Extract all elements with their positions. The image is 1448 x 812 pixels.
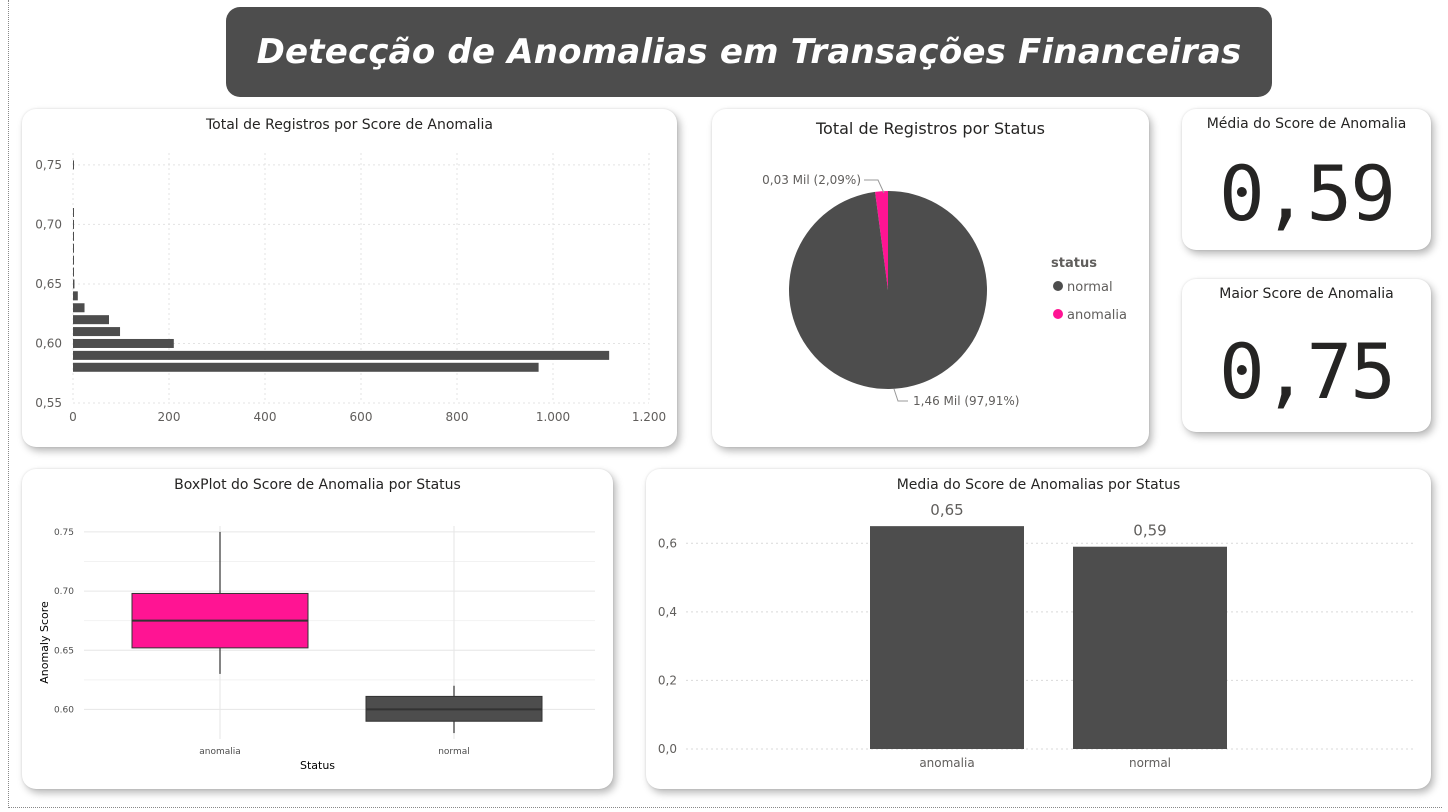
pie-legend-title: status	[1051, 256, 1097, 271]
histogram-bar	[73, 315, 109, 325]
boxplot-y-tick-label: 0.75	[54, 528, 74, 538]
histogram-bar	[73, 219, 74, 229]
bar-anomalia	[870, 526, 1024, 749]
histogram-bar	[73, 267, 74, 277]
bar-y-tick-label: 0,0	[658, 742, 677, 756]
histogram-bar	[73, 291, 78, 301]
pie-leader-line	[893, 388, 908, 402]
histogram-title: Total de Registros por Score de Anomalia	[206, 117, 493, 133]
histogram-y-tick-label: 0,75	[35, 158, 62, 172]
histogram-chart: 0 200 400 800 1.000 1.200 600 0,75 0,70 0,65 0,60 0…	[35, 153, 666, 424]
boxplot-y-tick-label: 0.65	[54, 646, 74, 656]
histogram-bar	[73, 303, 85, 313]
boxplot-x-tick-label: anomalia	[199, 747, 241, 757]
histogram-bar	[73, 255, 74, 265]
boxplot-card[interactable]: BoxPlot do Score de Anomalia por Status …	[22, 469, 613, 789]
pie-data-label-anomalia: 0,03 Mil (2,09%)	[762, 173, 861, 187]
kpi-avg-card[interactable]: Média do Score de Anomalia 0,59	[1182, 109, 1431, 250]
pie-leader-line	[864, 179, 885, 194]
bar-data-label: 0,65	[930, 501, 963, 519]
bar-normal	[1073, 546, 1227, 749]
histogram-x-tick-label: 1.200	[632, 410, 666, 424]
histogram-x-tick-label: 400	[254, 410, 277, 424]
bar-y-tick-label: 0,2	[658, 673, 677, 687]
histogram-x-tick-label: 800	[446, 410, 469, 424]
report-title-banner: Detecção de Anomalias em Transações Fina…	[226, 7, 1272, 97]
pie-data-label-normal: 1,46 Mil (97,91%)	[913, 394, 1020, 408]
kpi-avg-label: Média do Score de Anomalia	[1206, 116, 1407, 132]
histogram-card[interactable]: Total de Registros por Score de Anomalia…	[22, 109, 677, 447]
boxplot-title: BoxPlot do Score de Anomalia por Status	[174, 477, 461, 493]
histogram-bar	[73, 279, 75, 289]
histogram-y-tick-label: 0,70	[35, 217, 62, 231]
bar-x-tick-label: anomalia	[919, 756, 974, 770]
kpi-max-card[interactable]: Maior Score de Anomalia 0,75	[1182, 279, 1431, 432]
histogram-bar	[73, 327, 121, 337]
pie-legend-label-anomalia: anomalia	[1067, 308, 1127, 323]
pie-chart: 0,03 Mil (2,09%) 1,46 Mil (97,91%) status n…	[762, 173, 1127, 408]
histogram-x-tick-label: 1.000	[536, 410, 570, 424]
histogram-x-tick-label: 600	[350, 410, 373, 424]
pie-legend-marker-anomalia	[1053, 309, 1063, 319]
histogram-bar	[73, 362, 539, 372]
bar-chart: 0,6 0,4 0,2 0,0 0,65 anomalia 0,59 normal	[658, 501, 1416, 770]
histogram-bar	[73, 350, 610, 360]
boxplot-chart: 0.75 0.70 0.65 0.60 anomalia normal Status Anom…	[38, 526, 595, 772]
kpi-avg-value: 0,59	[1218, 149, 1396, 238]
boxplot-y-axis-title: Anomaly Score	[38, 601, 51, 684]
boxplot-x-tick-label: normal	[438, 747, 470, 757]
bar-x-tick-label: normal	[1129, 756, 1171, 770]
boxplot-y-tick-label: 0.60	[54, 705, 74, 715]
histogram-y-tick-label: 0,60	[35, 336, 62, 350]
report-title: Detecção de Anomalias em Transações Fina…	[256, 32, 1242, 72]
bar-y-tick-label: 0,4	[658, 605, 677, 619]
histogram-x-tick-label: 200	[158, 410, 181, 424]
pie-title: Total de Registros por Status	[815, 119, 1046, 138]
pie-legend-label-normal: normal	[1067, 280, 1113, 295]
kpi-max-value: 0,75	[1218, 327, 1396, 416]
bar-title: Media do Score de Anomalias por Status	[896, 477, 1181, 493]
kpi-max-label: Maior Score de Anomalia	[1219, 286, 1394, 302]
pie-slice-normal	[789, 191, 987, 389]
bar-data-label: 0,59	[1133, 522, 1166, 540]
histogram-bar	[73, 208, 74, 218]
boxplot-y-tick-label: 0.70	[54, 587, 74, 597]
histogram-y-tick-label: 0,55	[35, 396, 62, 410]
bar-card[interactable]: Media do Score de Anomalias por Status 0…	[646, 469, 1431, 789]
bar-y-tick-label: 0,6	[658, 536, 677, 550]
histogram-bar	[73, 338, 174, 348]
histogram-bar	[73, 243, 74, 253]
histogram-y-tick-label: 0,65	[35, 277, 62, 291]
pie-card[interactable]: Total de Registros por Status 0,03 Mil (…	[712, 109, 1149, 447]
histogram-bar	[73, 231, 74, 241]
histogram-bar	[73, 160, 74, 170]
boxplot-x-axis-title: Status	[300, 759, 335, 772]
pie-legend-marker-normal	[1053, 281, 1063, 291]
histogram-x-tick-label: 0	[69, 410, 77, 424]
